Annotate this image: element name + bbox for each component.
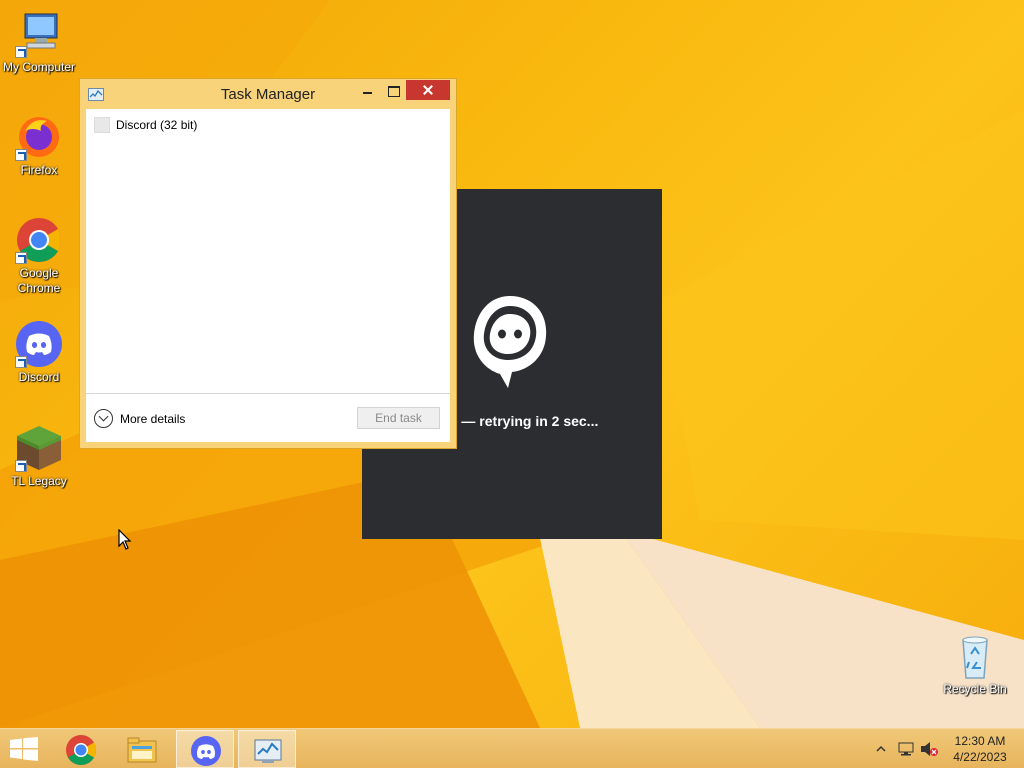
end-task-button[interactable]: End task: [357, 407, 440, 429]
task-manager-content: Discord (32 bit) More details End task: [86, 109, 450, 442]
minecraft-grass-block-icon: [15, 424, 63, 472]
taskbar-clock[interactable]: 12:30 AM 4/22/2023: [940, 733, 1020, 765]
firefox-icon: [15, 113, 63, 161]
discord-icon: [15, 320, 63, 368]
process-row[interactable]: Discord (32 bit): [86, 113, 450, 135]
system-tray: [874, 729, 938, 768]
shortcut-arrow-icon: [15, 356, 27, 368]
chrome-icon: [66, 735, 97, 766]
clock-time: 12:30 AM: [954, 734, 1006, 748]
taskbar-file-explorer-button[interactable]: [113, 730, 171, 768]
chevron-down-icon: [94, 409, 113, 428]
desktop-icon-label: Google Chrome: [17, 266, 61, 295]
close-button[interactable]: [406, 80, 450, 100]
folder-icon: [127, 737, 157, 763]
discord-wumpus-logo-icon: [473, 296, 547, 388]
chrome-icon: [15, 216, 63, 264]
desktop-icon-label: My Computer: [2, 60, 76, 74]
start-button[interactable]: [0, 729, 50, 768]
desktop-icon-label: Recycle Bin: [943, 682, 1007, 696]
desktop-icon-tl-legacy[interactable]: TL Legacy: [0, 424, 78, 489]
discord-icon: [191, 736, 221, 766]
task-manager-icon: [254, 739, 282, 763]
more-details-label: More details: [120, 412, 186, 426]
taskbar: 12:30 AM 4/22/2023: [0, 728, 1024, 768]
title-bar[interactable]: Task Manager: [80, 79, 456, 108]
taskbar-task-manager-button[interactable]: [238, 730, 296, 768]
windows-logo-icon: [10, 737, 38, 761]
shortcut-arrow-icon: [15, 46, 27, 58]
desktop-icon-label: Discord: [18, 370, 60, 384]
chevron-up-icon[interactable]: [876, 745, 886, 753]
computer-icon: [15, 10, 63, 58]
shortcut-arrow-icon: [15, 149, 27, 161]
desktop-icon-discord[interactable]: Discord: [0, 320, 78, 385]
mouse-cursor-icon: [118, 529, 132, 550]
maximize-button[interactable]: [380, 81, 406, 101]
desktop-icon-recycle-bin[interactable]: Recycle Bin: [936, 632, 1014, 697]
desktop-icon-label: Firefox: [20, 163, 58, 177]
taskbar-chrome-button[interactable]: [52, 730, 110, 768]
desktop-icon-label: TL Legacy: [11, 474, 67, 488]
shortcut-arrow-icon: [15, 460, 27, 472]
process-icon: [94, 117, 110, 133]
network-icon[interactable]: [898, 741, 914, 757]
task-manager-footer: More details End task: [86, 393, 450, 442]
taskbar-discord-button[interactable]: [176, 730, 234, 768]
desktop-icon-google-chrome[interactable]: Google Chrome: [0, 216, 78, 296]
volume-muted-icon[interactable]: [920, 741, 938, 757]
recycle-bin-icon: [951, 632, 999, 680]
minimize-button[interactable]: [354, 81, 380, 101]
process-name: Discord (32 bit): [116, 118, 198, 132]
clock-date: 4/22/2023: [953, 750, 1007, 764]
desktop-icon-my-computer[interactable]: My Computer: [0, 10, 78, 75]
shortcut-arrow-icon: [15, 252, 27, 264]
desktop-icon-firefox[interactable]: Firefox: [0, 113, 78, 178]
task-manager-window[interactable]: Task Manager Discord (32 bit) More detai…: [79, 78, 457, 449]
process-list: Discord (32 bit): [86, 109, 450, 393]
